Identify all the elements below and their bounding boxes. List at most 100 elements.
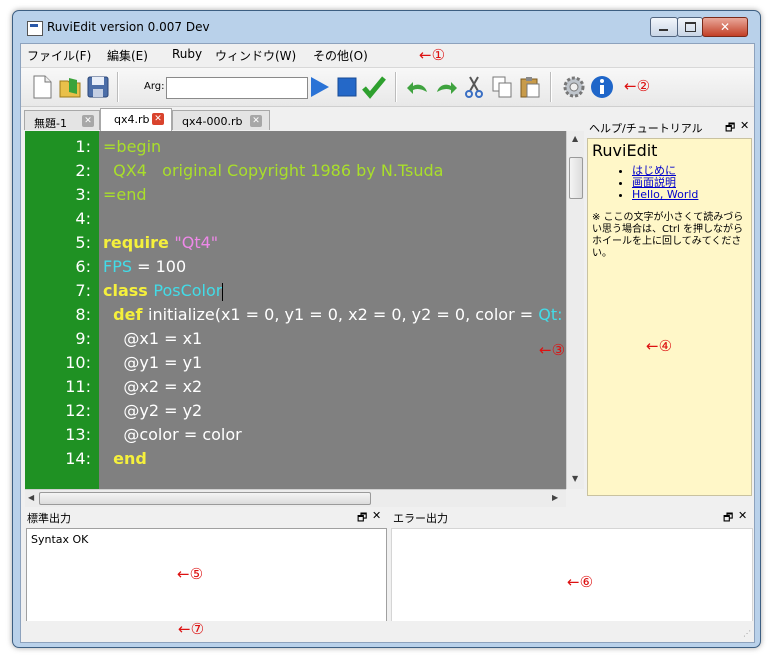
line-number: 13: [65,425,91,444]
code-text: QX4 original Copyright 1986 by N.Tsuda [103,159,443,183]
tab-untitled-1[interactable]: 無題-1 ✕ [24,110,100,130]
code-line[interactable]: 13: @color = color [25,423,566,447]
help-dock-header: ヘルプ/チュートリアル 🗗 ✕ [587,118,752,136]
about-button[interactable] [589,74,615,100]
code-line[interactable]: 6: FPS = 100 [25,255,566,279]
code-line[interactable]: 9: @x1 = x1 [25,327,566,351]
arg-input[interactable] [166,77,308,99]
close-dock-icon[interactable]: ✕ [738,509,747,522]
close-window-button[interactable]: ✕ [702,17,748,37]
horizontal-scroll-thumb[interactable] [39,492,371,505]
arg-label: Arg: [144,81,165,92]
code-line[interactable]: 12: @y2 = y2 [25,399,566,423]
redo-button[interactable] [433,74,459,100]
line-number: 7: [75,281,91,300]
code-line[interactable]: 3: =end [25,183,566,207]
code-token: @y1 = y1 [103,353,203,372]
code-line[interactable]: 7: class PosColor [25,279,566,303]
code-line[interactable]: 8: def initialize(x1 = 0, y1 = 0, x2 = 0… [25,303,566,327]
tab-close-icon[interactable]: ✕ [82,115,94,127]
code-line[interactable]: 14: end [25,447,566,471]
info-icon [591,76,613,98]
code-token: Qt: [538,305,563,324]
close-dock-icon[interactable]: ✕ [372,509,381,522]
tab-close-icon[interactable]: ✕ [250,115,262,127]
float-dock-icon[interactable]: 🗗 [723,509,733,528]
help-link-list: はじめに 画面説明 Hello, World [608,165,698,201]
resize-grip-icon[interactable]: ⋰ [743,629,751,638]
save-disk-icon [87,76,109,98]
tab-label: qx4-000.rb [182,115,243,128]
float-dock-icon[interactable]: 🗗 [357,509,367,528]
stderr-dock-title: エラー出力 [393,512,448,525]
syntax-check-button[interactable] [361,74,387,100]
code-text: @x1 = x1 [103,327,202,351]
close-icon: ✕ [719,20,731,34]
annotation-6: ←⑥ [567,573,594,591]
scroll-down-arrow-icon[interactable]: ▼ [572,474,578,483]
menu-ruby[interactable]: Ruby [172,47,202,61]
code-line[interactable]: 4: [25,207,566,231]
toolbar-separator [117,72,119,102]
line-number: 12: [65,401,91,420]
settings-button[interactable] [561,74,587,100]
tab-close-icon[interactable]: ✕ [152,113,164,125]
status-bar: ←⑦ ⋰ [21,620,754,641]
code-token: require [103,233,175,252]
scroll-right-arrow-icon[interactable]: ▶ [552,493,558,502]
scroll-up-arrow-icon[interactable]: ▲ [572,134,578,143]
menu-other[interactable]: その他(O) [313,47,368,64]
annotation-1: ←① [419,46,446,64]
annotation-3: ←③ [539,341,566,359]
stderr-panel[interactable]: ←⑥ [391,528,753,626]
open-file-button[interactable] [57,74,83,100]
code-line[interactable]: 11: @x2 = x2 [25,375,566,399]
code-token: @x2 = x2 [103,377,203,396]
line-number: 9: [75,329,91,348]
run-button[interactable] [306,74,332,100]
float-dock-icon[interactable]: 🗗 [725,119,735,138]
undo-icon [407,82,427,94]
app-window: RuviEdit version 0.007 Dev ✕ ファイル(F) 編集(… [12,10,761,648]
tab-qx4-rb[interactable]: qx4.rb ✕ [100,108,172,131]
title-bar[interactable]: RuviEdit version 0.007 Dev ✕ [13,11,760,43]
close-dock-icon[interactable]: ✕ [740,119,749,132]
code-line[interactable]: 1: =begin [25,135,566,159]
code-line[interactable]: 5: require "Qt4" [25,231,566,255]
maximize-button[interactable] [677,17,703,37]
vertical-scroll-thumb[interactable] [569,157,583,199]
code-text: require "Qt4" [103,231,218,255]
menu-window[interactable]: ウィンドウ(W) [215,47,296,64]
copy-button[interactable] [489,74,515,100]
stderr-dock-header: エラー出力 🗗 ✕ [391,508,752,526]
code-token: def [113,305,149,324]
editor-vertical-scrollbar[interactable]: ▲ ▼ [566,131,584,489]
minimize-icon [659,29,668,31]
code-text: =begin [103,135,161,159]
code-editor[interactable]: 1: =begin 2: QX4 original Copyright 1986 b… [25,131,566,489]
stdout-panel[interactable]: Syntax OK ←⑤ [26,528,387,626]
undo-button[interactable] [405,74,431,100]
editor-horizontal-scrollbar[interactable]: ◀ ▶ [25,489,566,507]
code-text: FPS = 100 [103,255,186,279]
tab-qx4-000-rb[interactable]: qx4-000.rb ✕ [172,110,270,130]
menu-file[interactable]: ファイル(F) [27,47,91,64]
minimize-button[interactable] [650,17,678,37]
code-line[interactable]: 2: QX4 original Copyright 1986 by N.Tsud… [25,159,566,183]
maximize-icon [685,22,696,32]
cut-button[interactable] [461,74,487,100]
stop-button[interactable] [334,74,360,100]
paste-button[interactable] [517,74,543,100]
code-line[interactable]: 10: @y1 = y1 [25,351,566,375]
save-button[interactable] [85,74,111,100]
toolbar-separator [550,72,552,102]
help-link-hello[interactable]: Hello, World [632,188,698,201]
window-title: RuviEdit version 0.007 Dev [47,20,210,34]
scroll-left-arrow-icon[interactable]: ◀ [28,493,34,502]
line-number: 6: [75,257,91,276]
code-token: end [113,449,147,468]
new-file-button[interactable] [29,74,55,100]
menu-edit[interactable]: 編集(E) [107,47,148,64]
line-number: 11: [65,377,91,396]
